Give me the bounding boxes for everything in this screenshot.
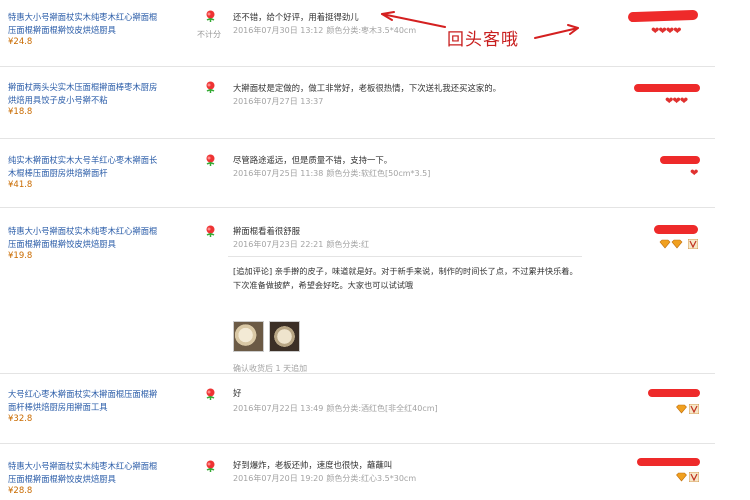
review-text: 擀面棍看着很舒服	[233, 226, 300, 236]
review-spec: 颜色分类:红	[326, 240, 370, 249]
red-flower-icon	[206, 225, 215, 237]
review-content: 好 2016年07月22日 13:49 颜色分类:酒红色[非全红40cm]	[233, 387, 593, 415]
heart-icon: ❤	[690, 168, 698, 179]
review-row: 纯实木擀面杖实木大号羊红心枣木擀面长木棍棒压面厨房烘焙擀面杆 ¥41.8 尽管路…	[0, 139, 715, 208]
diamond-icon	[659, 239, 683, 249]
review-spec: 颜色分类:酒红色[非全红40cm]	[326, 404, 438, 413]
vip-badge-icon	[688, 239, 698, 249]
review-date: 2016年07月22日 13:49	[233, 404, 324, 413]
product-price: ¥28.8	[8, 486, 33, 496]
review-date: 2016年07月25日 11:38	[233, 169, 324, 178]
review-meta: 2016年07月23日 22:21 颜色分类:红	[233, 238, 593, 251]
review-text: 好	[233, 388, 242, 398]
product-link[interactable]: 擀面杖两头尖实木压面棍擀面棒枣木厨房烘焙用具饺子皮小号擀不粘	[8, 81, 158, 106]
review-text: 好到爆炸，老板还帅，速度也很快，蘸蘸叫	[233, 460, 393, 470]
additional-review-text: [追加评论] 亲手擀的皮子，味道就是好。对于新手来说，制作的时间长了点，不过累并…	[233, 266, 578, 290]
vip-badge-icon	[689, 404, 699, 414]
diamond-icon	[676, 404, 687, 414]
review-content: 好到爆炸，老板还帅，速度也很快，蘸蘸叫 2016年07月20日 19:20 颜色分…	[233, 459, 593, 485]
red-flower-icon	[206, 154, 215, 166]
review-row: 特惠大小号擀面杖实木纯枣木红心擀面棍压面棍擀面棍擀饺皮烘焙厨具 ¥28.8 好到…	[0, 444, 715, 500]
redacted-username	[660, 156, 700, 164]
product-info: 大号红心枣木擀面杖实木擀面棍压面棍擀面杆棒烘焙厨房用擀面工具 ¥32.8	[8, 388, 158, 425]
red-flower-icon	[206, 388, 215, 400]
product-info: 特惠大小号擀面杖实木纯枣木红心擀面棍压面棍擀面棍擀饺皮烘焙厨具 ¥28.8	[8, 460, 158, 497]
heart-icon: ❤❤❤	[665, 96, 688, 107]
product-link[interactable]: 纯实木擀面杖实木大号羊红心枣木擀面长木棍棒压面厨房烘焙擀面杆	[8, 154, 158, 179]
review-meta: 2016年07月22日 13:49 颜色分类:酒红色[非全红40cm]	[233, 402, 593, 415]
redacted-username	[637, 458, 700, 466]
review-text: 尽管路途遥远，但是质量不错，支持一下。	[233, 155, 393, 165]
additional-review-time: 确认收货后 1 天追加	[233, 364, 308, 373]
product-link[interactable]: 特惠大小号擀面杖实木纯枣木红心擀面棍压面棍擀面棍擀饺皮烘焙厨具	[8, 460, 158, 485]
review-content: 尽管路途遥远，但是质量不错，支持一下。 2016年07月25日 11:38 颜色分…	[233, 154, 593, 180]
review-spec: 颜色分类:软红色[50cm*3.5]	[326, 169, 431, 178]
review-content: 大擀面杖是定做的，做工非常好，老板很热情，下次送礼我还买这家的。 2016年07…	[233, 82, 593, 108]
review-photo[interactable]	[233, 321, 264, 352]
red-flower-icon	[206, 81, 215, 93]
redacted-username	[654, 225, 698, 234]
review-date: 2016年07月27日 13:37	[233, 97, 324, 106]
diamond-icon	[676, 472, 687, 482]
product-link[interactable]: 大号红心枣木擀面杖实木擀面棍压面棍擀面杆棒烘焙厨房用擀面工具	[8, 388, 158, 413]
review-meta: 2016年07月27日 13:37	[233, 95, 593, 108]
product-info: 纯实木擀面杖实木大号羊红心枣木擀面长木棍棒压面厨房烘焙擀面杆 ¥41.8	[8, 154, 158, 191]
review-date: 2016年07月20日 19:20	[233, 474, 324, 483]
redacted-username	[648, 389, 700, 397]
vip-badge-icon	[689, 472, 699, 482]
product-price: ¥41.8	[8, 180, 33, 190]
review-photo[interactable]	[269, 321, 300, 352]
review-content: 擀面棍看着很舒服 2016年07月23日 22:21 颜色分类:红	[233, 225, 593, 251]
review-meta: 2016年07月25日 11:38 颜色分类:软红色[50cm*3.5]	[233, 167, 593, 180]
review-text: 大擀面杖是定做的，做工非常好，老板很热情，下次送礼我还买这家的。	[233, 83, 501, 93]
review-row: 特惠大小号擀面杖实木纯枣木红心擀面棍压面棍擀面棍擀饺皮烘焙厨具 ¥19.8 擀面…	[0, 208, 715, 374]
product-info: 特惠大小号擀面杖实木纯枣木红心擀面棍压面棍擀面棍擀饺皮烘焙厨具 ¥19.8	[8, 225, 158, 262]
product-link[interactable]: 特惠大小号擀面杖实木纯枣木红心擀面棍压面棍擀面棍擀饺皮烘焙厨具	[8, 225, 158, 250]
additional-review: [追加评论] 亲手擀的皮子，味道就是好。对于新手来说，制作的时间长了点，不过累并…	[228, 256, 582, 373]
review-spec: 颜色分类:红心3.5*30cm	[326, 474, 417, 483]
annotation-arrows	[381, 11, 579, 39]
annotation-label: 回头客哦	[447, 30, 519, 50]
redacted-username	[634, 84, 700, 92]
product-info: 擀面杖两头尖实木压面棍擀面棒枣木厨房烘焙用具饺子皮小号擀不粘 ¥18.8	[8, 81, 158, 118]
review-date: 2016年07月23日 22:21	[233, 240, 324, 249]
product-price: ¥19.8	[8, 251, 33, 261]
product-price: ¥32.8	[8, 414, 33, 424]
product-price: ¥18.8	[8, 107, 33, 117]
review-row: 大号红心枣木擀面杖实木擀面棍压面棍擀面杆棒烘焙厨房用擀面工具 ¥32.8 好 2…	[0, 374, 715, 444]
review-meta: 2016年07月20日 19:20 颜色分类:红心3.5*30cm	[233, 472, 593, 485]
red-flower-icon	[206, 460, 215, 472]
